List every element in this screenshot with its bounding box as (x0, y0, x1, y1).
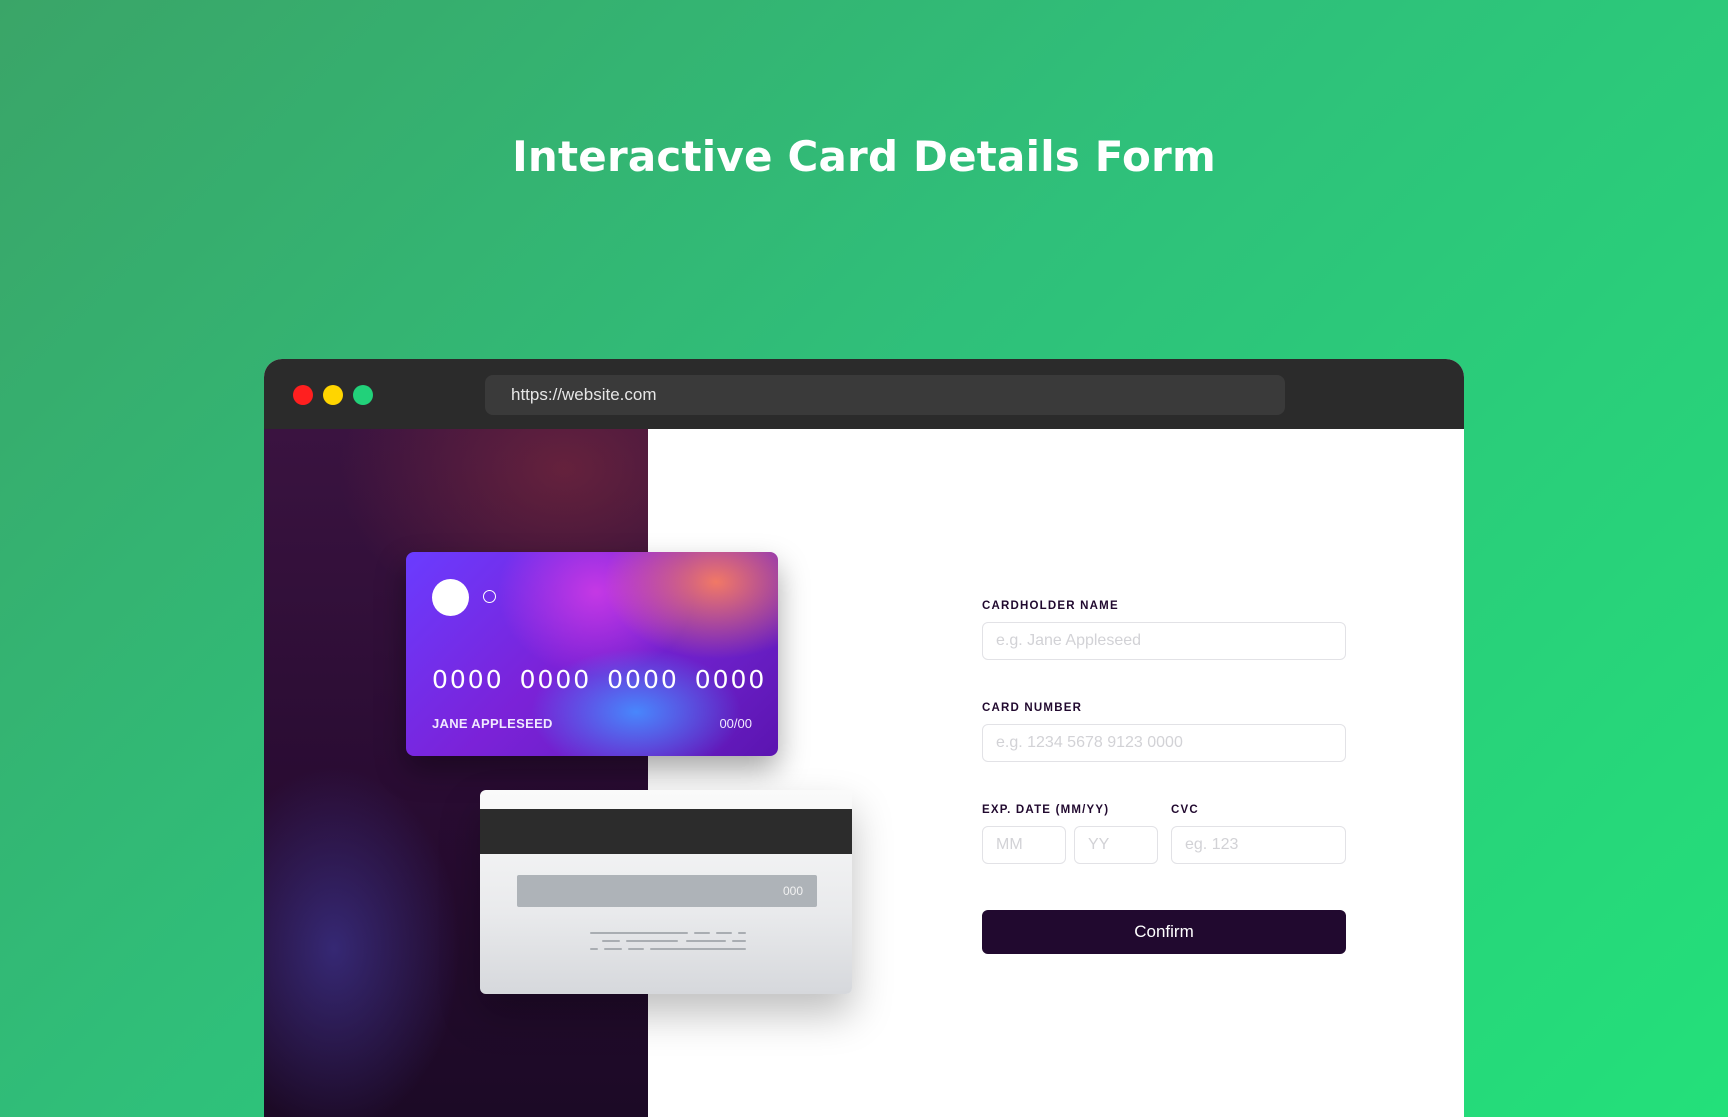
cvc-input[interactable]: eg. 123 (1171, 826, 1346, 864)
decorative-side-panel (264, 429, 648, 1117)
card-number-label: CARD NUMBER (982, 702, 1083, 714)
expiry-year-input[interactable]: YY (1074, 826, 1158, 864)
close-window-button[interactable] (293, 385, 313, 405)
expiry-month-input[interactable]: MM (982, 826, 1066, 864)
cvc-display: 000 (782, 884, 803, 898)
cvc-label: CVC (1171, 804, 1199, 816)
expiry-date-label: EXP. DATE (MM/YY) (982, 804, 1110, 816)
address-bar[interactable]: https://website.com (485, 375, 1285, 415)
magnetic-stripe (480, 809, 852, 854)
minimize-window-button[interactable] (323, 385, 343, 405)
card-logo-circle-large-icon (432, 579, 469, 616)
form-panel (648, 429, 1464, 1117)
card-logo-circle-small-icon (483, 590, 496, 603)
card-back: 000 (480, 790, 852, 994)
expiry-display: 00/00 (719, 716, 752, 731)
signature-strip: 000 (517, 875, 817, 907)
page-title: Interactive Card Details Form (512, 132, 1216, 181)
cardholder-name-label: CARDHOLDER NAME (982, 600, 1119, 612)
card-back-fine-print (590, 930, 750, 960)
browser-toolbar: https://website.com (264, 359, 1464, 429)
confirm-button[interactable]: Confirm (982, 910, 1346, 954)
cardholder-name-display: JANE APPLESEED (432, 716, 553, 731)
card-front: 0000 0000 0000 0000 JANE APPLESEED 00/00 (406, 552, 778, 756)
card-number-input[interactable]: e.g. 1234 5678 9123 0000 (982, 724, 1346, 762)
card-number-display: 0000 0000 0000 0000 (432, 665, 767, 694)
page-viewport (264, 429, 1464, 1117)
maximize-window-button[interactable] (353, 385, 373, 405)
cardholder-name-input[interactable]: e.g. Jane Appleseed (982, 622, 1346, 660)
